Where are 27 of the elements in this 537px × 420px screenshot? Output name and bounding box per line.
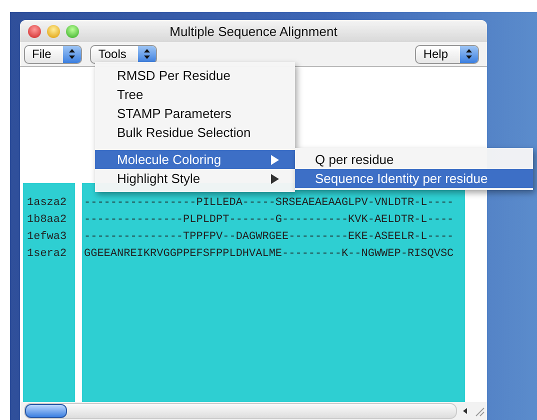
menu-popup-button[interactable]: Tools bbox=[90, 44, 158, 64]
scrollbar-thumb[interactable] bbox=[25, 404, 67, 418]
sequence-name: 1asza2 bbox=[26, 196, 68, 211]
menu-item[interactable]: RMSD Per Residue bbox=[95, 66, 295, 85]
menu-item[interactable]: Highlight Style bbox=[95, 169, 295, 188]
window-title: Multiple Sequence Alignment bbox=[170, 24, 338, 38]
menu-popup-button[interactable]: File bbox=[24, 44, 82, 64]
sequence-name: 1b8aa2 bbox=[26, 213, 68, 228]
menu-item[interactable]: Sequence Identity per residue bbox=[295, 169, 533, 188]
up-down-arrows-icon[interactable] bbox=[460, 46, 478, 62]
up-down-arrows-icon[interactable] bbox=[63, 46, 82, 62]
resize-grip-icon[interactable] bbox=[473, 405, 485, 417]
sequence-text: ---------------PLPLDPT-------G----------KVK-AELDTR-L---- bbox=[83, 213, 455, 228]
close-button[interactable] bbox=[28, 24, 41, 38]
menu-item[interactable]: STAMP Parameters bbox=[95, 104, 295, 123]
sequence-text: ---------------TPPFPV--DAGWRGEE---------EKE-ASEELR-L---- bbox=[83, 230, 455, 245]
menu-item[interactable]: Tree bbox=[95, 85, 295, 104]
menu-item[interactable]: Molecule Coloring bbox=[95, 150, 295, 169]
sequence-text: -----------------PILLEDA-----SRSEAEAEAAGLPV-VNLDTR-L---- bbox=[83, 196, 455, 211]
scroll-left-icon[interactable] bbox=[461, 407, 469, 415]
up-down-arrows-icon[interactable] bbox=[138, 46, 156, 62]
sequence-name: 1sera2 bbox=[26, 247, 68, 262]
sequence-text: GGEEANREIKRVGGPPEFSFPPLDHVALME---------K--NGWWEP-RISQVSC bbox=[83, 247, 455, 262]
menu-item[interactable]: Bulk Residue Selection bbox=[95, 123, 295, 142]
menu-popup-button[interactable]: Help bbox=[415, 44, 479, 64]
sequence-name: 1efwa3 bbox=[26, 230, 68, 245]
menu-item[interactable]: Q per residue bbox=[295, 150, 533, 169]
